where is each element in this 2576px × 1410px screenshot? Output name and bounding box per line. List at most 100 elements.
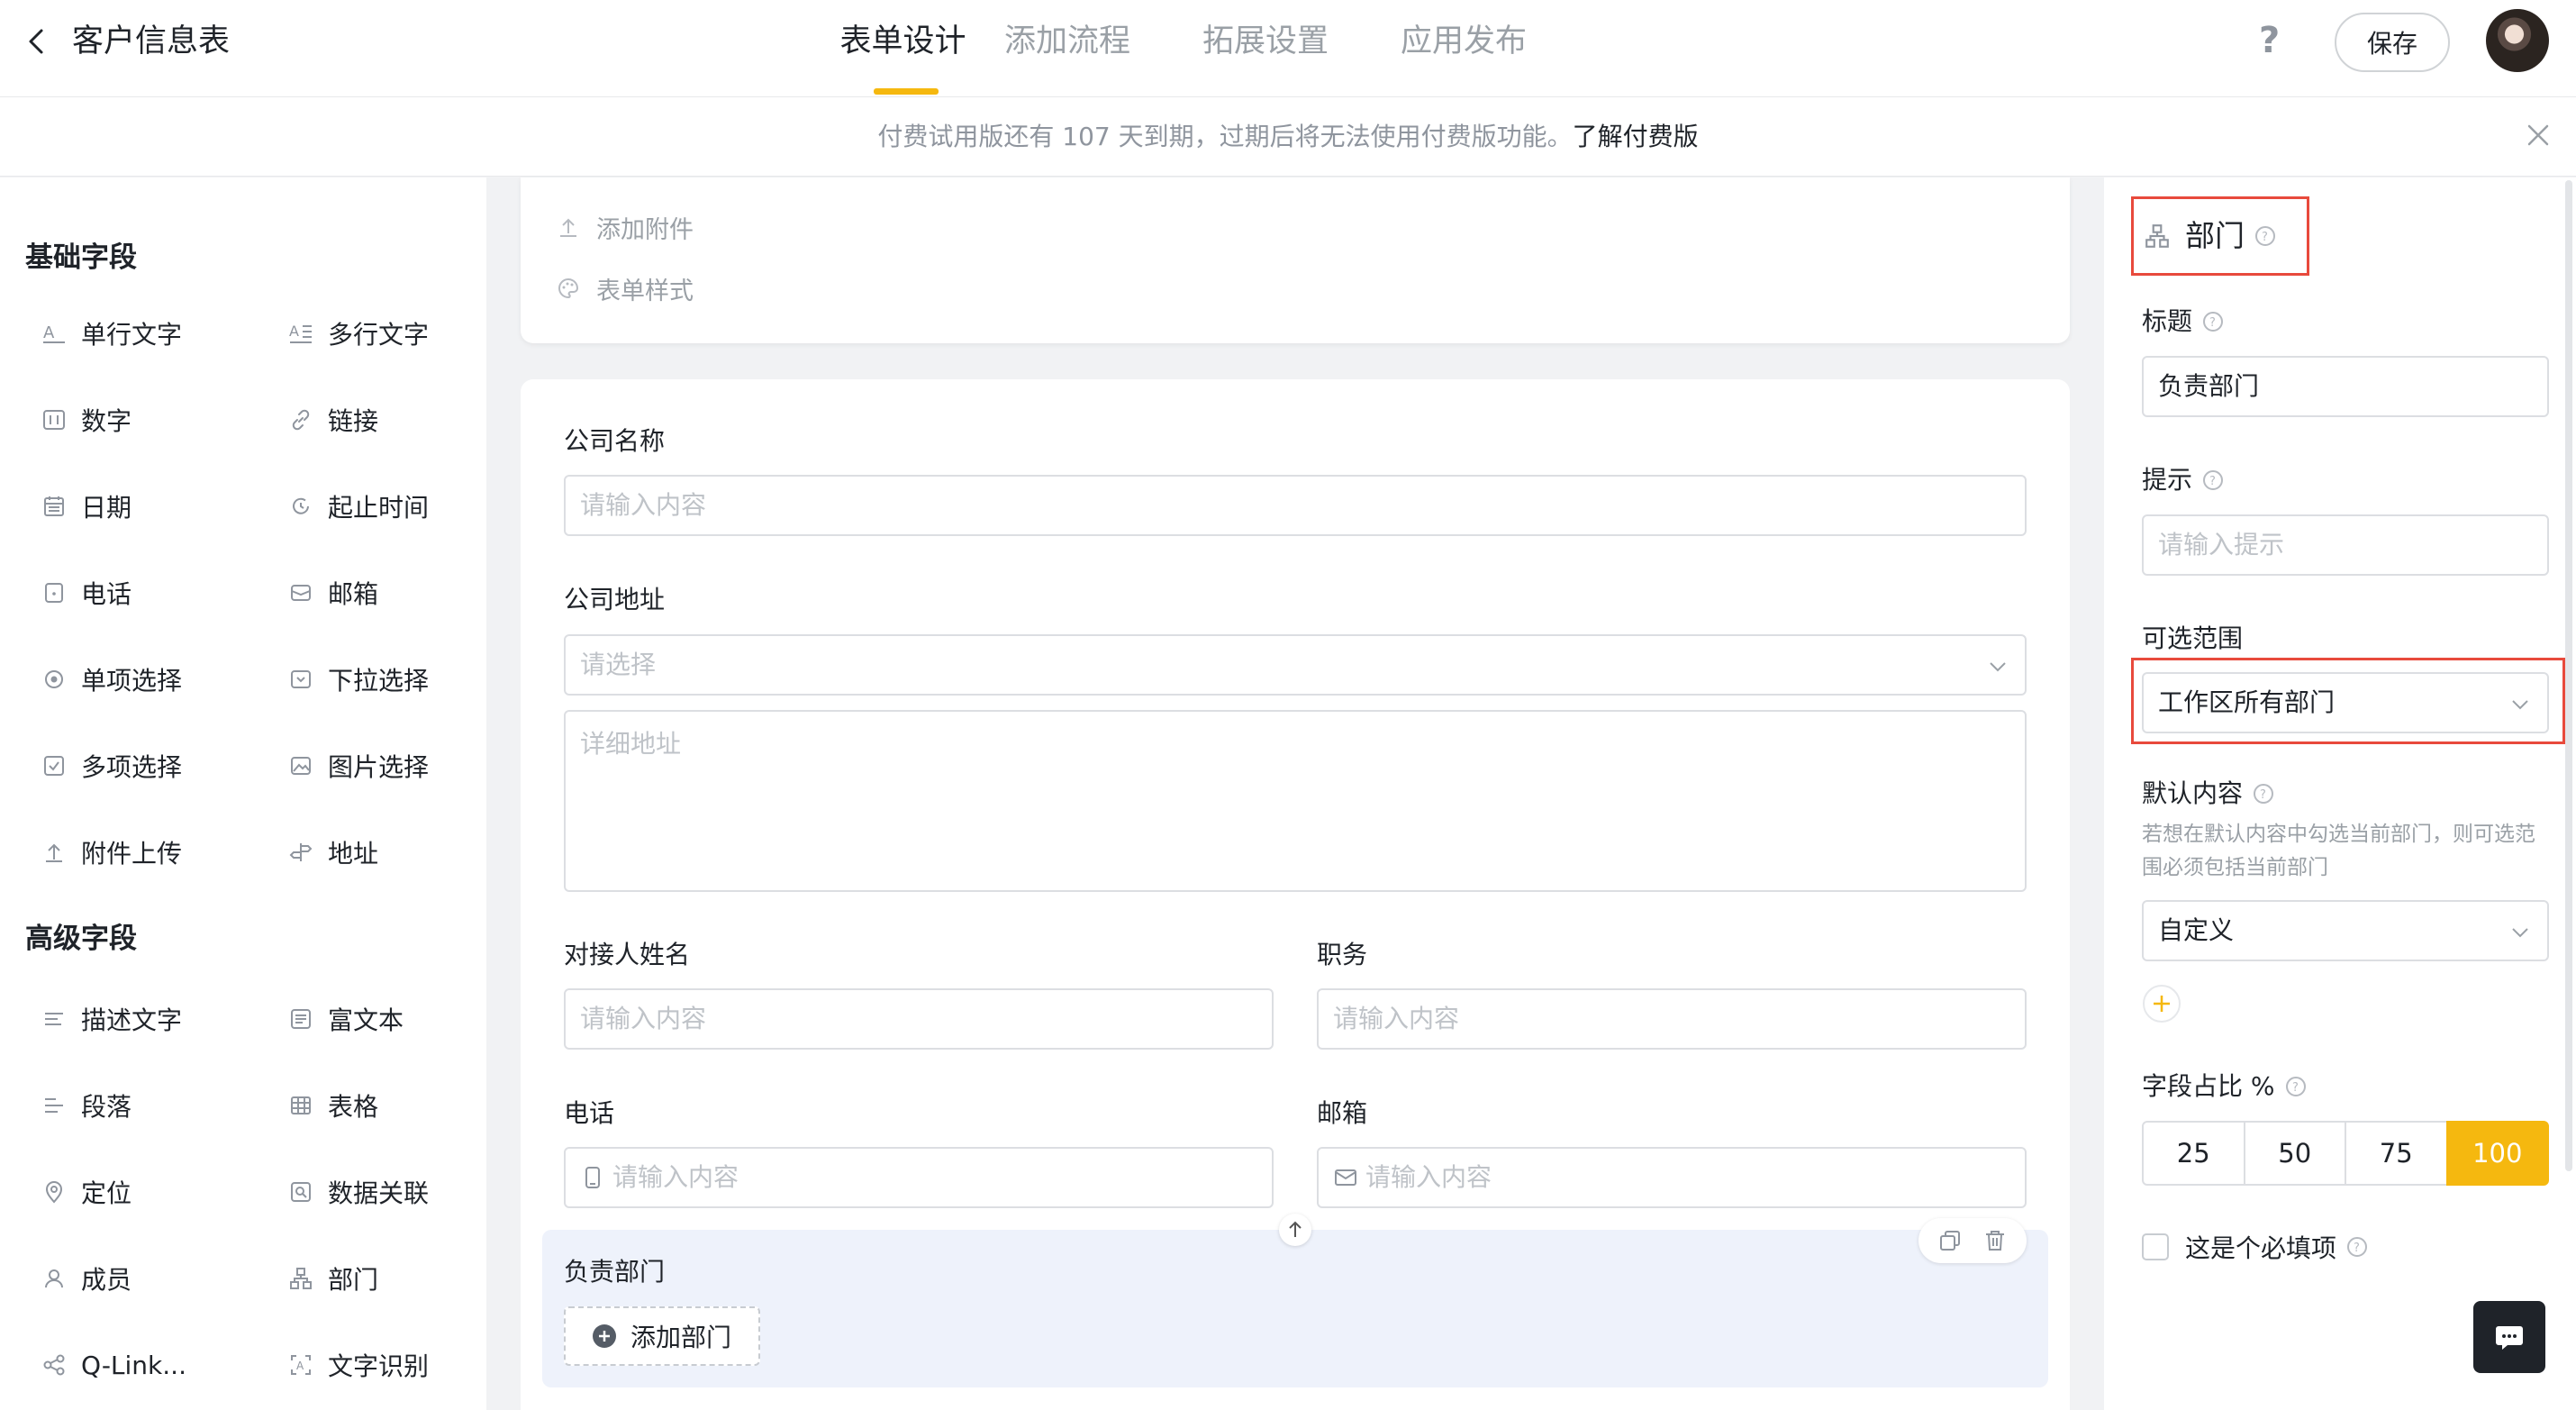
address-region-select[interactable]: 请选择	[564, 634, 2027, 696]
field-qlink[interactable]: Q-Link...	[41, 1343, 186, 1387]
contact-name-input[interactable]: 请输入内容	[564, 988, 1274, 1050]
move-up-icon[interactable]	[1279, 1214, 1311, 1246]
field-link[interactable]: 链接	[288, 398, 378, 441]
field-number[interactable]: 数字	[41, 398, 132, 441]
position-input[interactable]: 请输入内容	[1317, 988, 2027, 1050]
field-dropdown[interactable]: 下拉选择	[288, 658, 429, 701]
back-arrow-icon[interactable]	[20, 23, 56, 59]
tab-extension-settings[interactable]: 拓展设置	[1166, 0, 1365, 97]
plus-circle-icon	[593, 1324, 616, 1348]
default-label-text: 默认内容	[2142, 778, 2244, 808]
default-select-value: 自定义	[2158, 915, 2235, 945]
address-detail-textarea[interactable]: 详细地址	[564, 710, 2027, 892]
right-scrollbar[interactable]	[2565, 180, 2572, 1171]
svg-text:?: ?	[2262, 231, 2268, 244]
field-label: 多项选择	[81, 752, 183, 782]
range-label-text: 可选范围	[2142, 623, 2244, 653]
field-description[interactable]: 描述文字	[41, 997, 182, 1041]
field-time-range[interactable]: 起止时间	[288, 485, 429, 528]
field-mail[interactable]: 邮箱	[288, 571, 378, 614]
tab-app-publish[interactable]: 应用发布	[1365, 0, 1563, 97]
question-circle-icon[interactable]: ?	[2345, 1235, 2369, 1259]
radio-icon	[45, 670, 63, 688]
field-single-text[interactable]: A 单行文字	[41, 312, 182, 355]
position-label: 职务	[1317, 940, 1368, 969]
width-option-50[interactable]: 50	[2243, 1121, 2346, 1186]
tab-form-design[interactable]: 表单设计	[838, 0, 968, 97]
width-option-100[interactable]: 100	[2445, 1121, 2549, 1186]
field-table[interactable]: 表格	[288, 1084, 378, 1127]
company-address-label: 公司地址	[564, 585, 666, 614]
notice-link[interactable]: 了解付费版	[1573, 122, 1699, 151]
width-label: 字段占比 % ?	[2142, 1069, 2308, 1105]
field-data-link[interactable]: 数据关联	[288, 1170, 429, 1214]
question-circle-icon[interactable]: ?	[2254, 224, 2277, 248]
required-checkbox[interactable]	[2142, 1233, 2169, 1260]
dropdown-icon	[291, 670, 311, 688]
advanced-fields-title: 高级字段	[25, 923, 137, 955]
save-button[interactable]: 保存	[2335, 13, 2450, 72]
email-input[interactable]: 请输入内容	[1317, 1147, 2027, 1208]
field-address[interactable]: 地址	[288, 831, 378, 874]
hint-input-placeholder: 请输入提示	[2158, 530, 2285, 559]
add-circle-icon[interactable]	[2142, 984, 2181, 1023]
main-tabs: 表单设计 添加流程 拓展设置 应用发布	[838, 0, 1563, 97]
field-radio[interactable]: 单项选择	[41, 658, 182, 701]
field-ocr[interactable]: A 文字识别	[288, 1343, 429, 1387]
copy-icon[interactable]	[1938, 1229, 1962, 1252]
paragraph-icon	[45, 1098, 63, 1113]
phone-input[interactable]: 请输入内容	[564, 1147, 1274, 1208]
field-paragraph[interactable]: 段落	[41, 1084, 132, 1127]
trash-icon[interactable]	[1983, 1229, 2007, 1252]
question-circle-icon[interactable]: ?	[2284, 1075, 2308, 1098]
chat-support-button[interactable]	[2473, 1301, 2545, 1373]
width-option-25[interactable]: 25	[2142, 1121, 2245, 1186]
input-placeholder: 请输入内容	[580, 1004, 707, 1033]
field-department[interactable]: 部门	[288, 1257, 378, 1300]
field-label: 数字	[81, 406, 132, 436]
field-label: 富文本	[328, 1005, 404, 1035]
basic-fields-title: 基础字段	[25, 241, 137, 274]
add-attachment-row[interactable]: 添加附件	[557, 209, 694, 245]
field-label: 数据关联	[328, 1178, 430, 1208]
field-label: 电话	[81, 579, 132, 609]
field-rich-text[interactable]: 富文本	[288, 997, 404, 1041]
svg-text:?: ?	[2354, 1242, 2360, 1255]
question-circle-icon[interactable]: ?	[2201, 310, 2225, 333]
field-label: 文字识别	[328, 1351, 430, 1381]
field-label: 多行文字	[328, 320, 430, 350]
form-style-row[interactable]: 表单样式	[557, 270, 694, 306]
input-placeholder: 请输入内容	[1333, 1004, 1460, 1033]
table-icon	[291, 1096, 311, 1114]
title-input[interactable]: 负责部门	[2142, 356, 2549, 417]
trial-notice-bar: 付费试用版还有 107 天到期，过期后将无法使用付费版功能。了解付费版	[0, 97, 2576, 177]
chevron-down-icon	[2512, 928, 2528, 938]
help-icon[interactable]: ?	[2259, 20, 2295, 61]
width-option-75[interactable]: 75	[2345, 1121, 2448, 1186]
field-checkbox[interactable]: 多项选择	[41, 744, 182, 787]
field-label: 段落	[81, 1092, 132, 1122]
field-image-select[interactable]: 图片选择	[288, 744, 429, 787]
range-select[interactable]: 工作区所有部门	[2142, 672, 2549, 733]
question-circle-icon[interactable]: ?	[2252, 782, 2275, 805]
field-label: 成员	[81, 1265, 132, 1295]
field-member[interactable]: 成员	[41, 1257, 132, 1300]
hint-input[interactable]: 请输入提示	[2142, 514, 2549, 576]
add-department-button[interactable]: 添加部门	[564, 1306, 760, 1366]
link-icon	[292, 409, 310, 431]
field-attachment[interactable]: 附件上传	[41, 831, 182, 874]
question-circle-icon[interactable]: ?	[2201, 468, 2225, 492]
chevron-down-icon	[1990, 662, 2006, 672]
field-multi-text[interactable]: A 多行文字	[288, 312, 429, 355]
selected-field-block[interactable]	[542, 1230, 2048, 1387]
close-icon[interactable]	[2524, 121, 2553, 150]
field-date[interactable]: 日期	[41, 485, 132, 528]
default-select[interactable]: 自定义	[2142, 900, 2549, 961]
signpost-icon	[289, 843, 313, 861]
tab-add-workflow[interactable]: 添加流程	[968, 0, 1166, 97]
field-phone[interactable]: 电话	[41, 571, 132, 614]
field-location[interactable]: 定位	[41, 1170, 132, 1214]
user-avatar[interactable]	[2486, 9, 2549, 72]
calendar-icon	[44, 496, 64, 516]
company-name-input[interactable]: 请输入内容	[564, 475, 2027, 536]
